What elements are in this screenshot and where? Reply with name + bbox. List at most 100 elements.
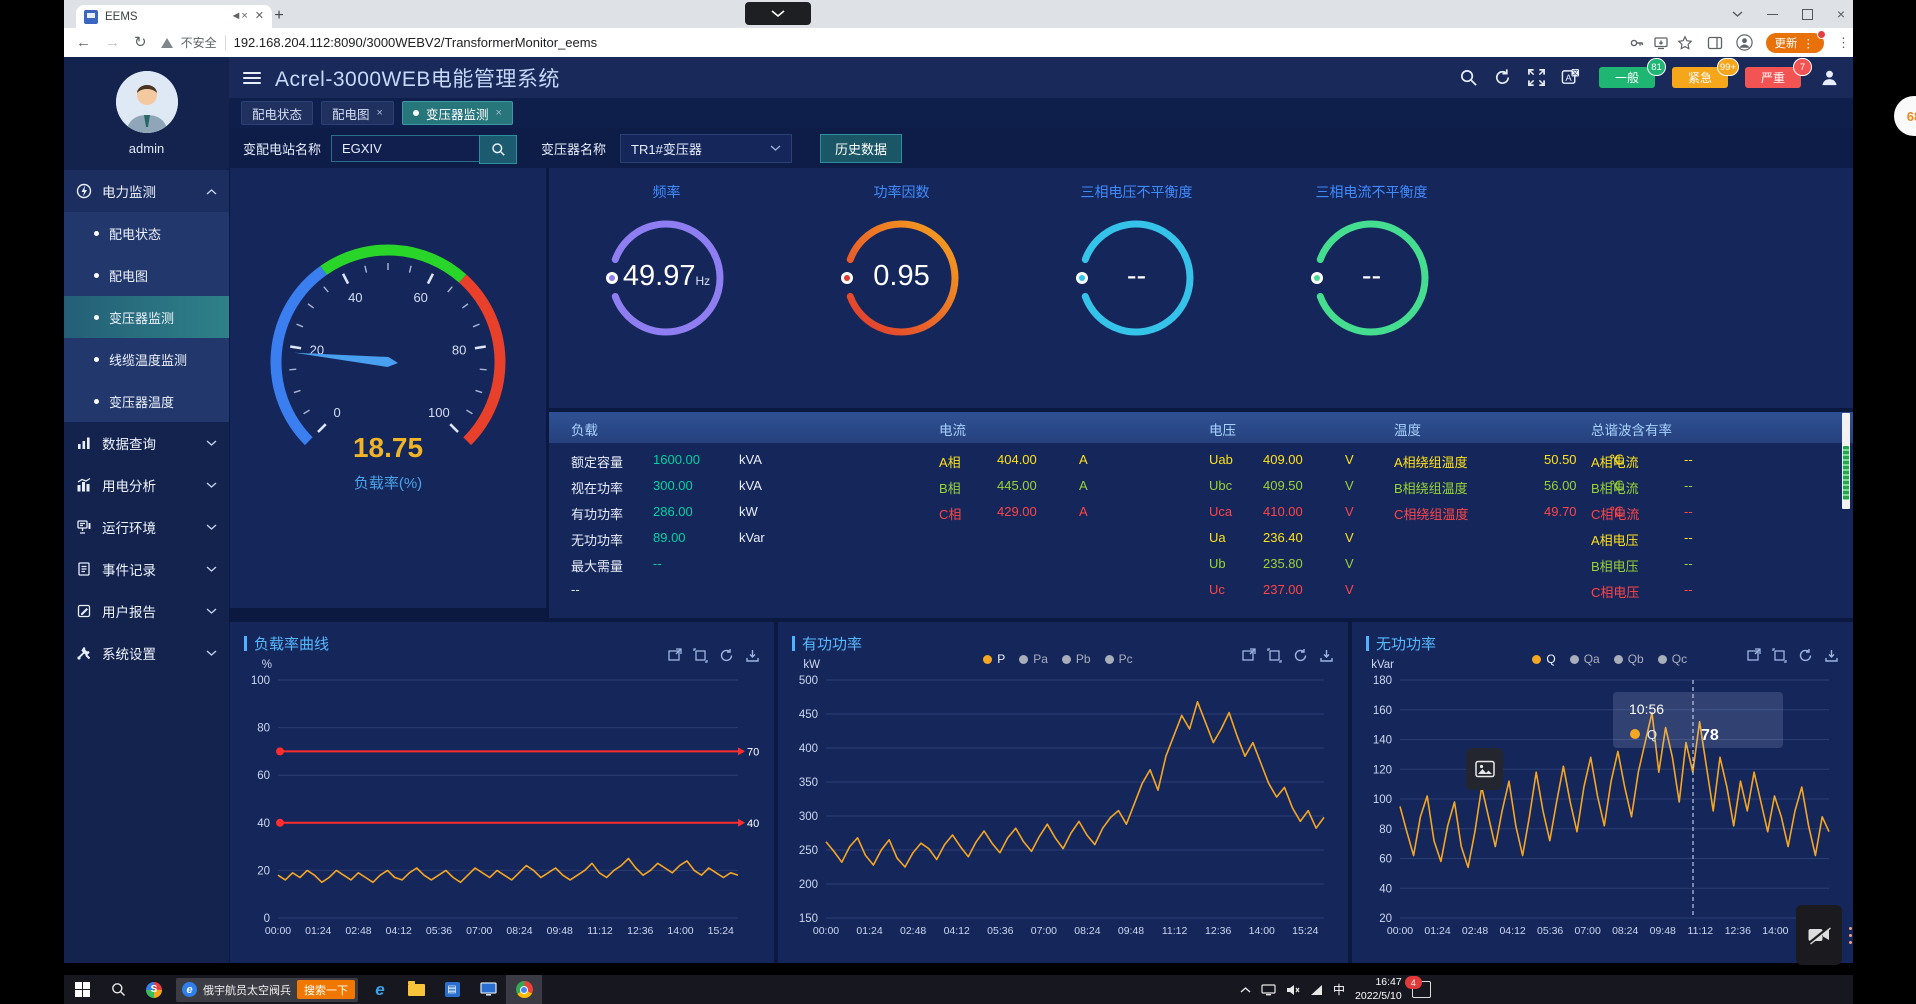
side-panel-icon[interactable] [1707, 35, 1723, 51]
chevron-down-icon [206, 650, 217, 657]
history-data-button[interactable]: 历史数据 [820, 134, 902, 163]
file-explorer-icon[interactable] [398, 975, 434, 1004]
hamburger-menu-icon[interactable] [243, 72, 261, 84]
voltage-unit: V [1345, 530, 1354, 545]
blue-app-icon[interactable]: ▤ [434, 975, 470, 1004]
temperature-name: A相绕组温度 [1394, 452, 1468, 471]
recorder-overlay-button[interactable] [745, 2, 811, 25]
refresh-icon[interactable] [1493, 68, 1512, 87]
sidebar-item-用户报告[interactable]: 用户报告 [64, 590, 229, 632]
news-headline[interactable]: 俄宇航员太空阀兵 [203, 982, 291, 998]
edge-floating-badge[interactable]: 68 [1894, 96, 1916, 136]
scrollbar-track[interactable] [1842, 413, 1850, 509]
start-button[interactable] [64, 975, 100, 1004]
ime-indicator[interactable]: 中 [1333, 981, 1345, 998]
notification-center-icon[interactable]: 4 [1412, 981, 1431, 998]
sidebar-item-数据查询[interactable]: 数据查询 [64, 422, 229, 464]
network-icon[interactable] [1310, 984, 1323, 996]
translate-icon[interactable]: A文 [1561, 68, 1580, 87]
sidebar-subitem-配电状态[interactable]: 配电状态 [64, 212, 229, 254]
svg-text:60: 60 [257, 770, 270, 782]
search-icon[interactable] [1459, 68, 1478, 87]
station-input[interactable] [331, 135, 479, 162]
sidebar-subitem-变压器监测[interactable]: 变压器监测 [64, 296, 229, 338]
station-search-button[interactable] [479, 135, 517, 164]
svg-text:450: 450 [799, 709, 818, 721]
volume-mute-icon[interactable] [1286, 984, 1300, 996]
tab-close-icon[interactable]: × [495, 107, 501, 119]
taskbar-search-button[interactable] [100, 975, 136, 1004]
minimize-button[interactable] [1767, 14, 1778, 15]
maximize-button[interactable] [1802, 9, 1813, 20]
load-rate-gauge-panel: 020406080100 18.75 负载率(%) [230, 168, 546, 608]
ie-taskbar-icon[interactable]: e [362, 975, 398, 1004]
fullscreen-icon[interactable] [1527, 68, 1546, 87]
profile-avatar-icon[interactable] [1736, 34, 1753, 51]
sidebar-item-用电分析[interactable]: 用电分析 [64, 464, 229, 506]
tab-close-icon[interactable]: × [377, 107, 383, 119]
tab-close-icon[interactable]: ✕ [255, 11, 264, 22]
chrome-taskbar-icon[interactable] [506, 975, 542, 1004]
svg-text:12:36: 12:36 [1725, 925, 1751, 937]
reload-icon[interactable]: ↻ [134, 35, 147, 50]
video-overlay-widget[interactable] [1796, 905, 1842, 965]
taskbar: S e 俄宇航员太空阀兵 搜索一下 e ▤ 中 16:47 2022/5/10 … [64, 975, 1853, 1004]
transformer-select[interactable]: TR1#变压器 [620, 134, 792, 163]
svg-text:00:00: 00:00 [813, 925, 839, 937]
svg-text:09:48: 09:48 [1650, 925, 1676, 937]
voltage-unit: V [1345, 478, 1354, 493]
chevron-down-icon[interactable] [1732, 11, 1743, 18]
page-tab-变压器监测[interactable]: 变压器监测× [402, 101, 513, 125]
new-tab-button[interactable]: + [268, 6, 290, 26]
omnibox[interactable]: 不安全 192.168.204.112:8090/3000WEBV2/Trans… [161, 31, 1693, 55]
taskbar-clock[interactable]: 16:47 2022/5/10 [1355, 976, 1402, 1002]
username: admin [129, 141, 164, 156]
tab-mute-icon[interactable]: ◄× [230, 11, 247, 22]
kebab-icon: ⋮ [1803, 36, 1816, 50]
bookmark-star-icon[interactable] [1677, 35, 1693, 51]
taskbar-news-widget[interactable]: e 俄宇航员太空阀兵 搜索一下 [176, 978, 358, 1002]
voltage-value: 237.00 [1263, 582, 1303, 597]
sidebar-item-事件记录[interactable]: 事件记录 [64, 548, 229, 590]
video-widget-handle[interactable] [1846, 915, 1854, 955]
browser-update-button[interactable]: 更新 ⋮ [1766, 33, 1825, 53]
temperature-value: 49.70 [1544, 504, 1577, 519]
sogou-input-icon[interactable]: S [136, 975, 172, 1004]
browser-tab[interactable]: EEMS ◄× ✕ [76, 5, 272, 28]
sidebar-subitem-线缆温度监测[interactable]: 线缆温度监测 [64, 338, 229, 380]
close-button[interactable]: × [1837, 7, 1845, 21]
kpi-gauge-value: 0.95 [784, 260, 1019, 293]
sidebar-subitem-变压器温度[interactable]: 变压器温度 [64, 380, 229, 422]
install-icon[interactable] [1653, 35, 1669, 51]
user-icon[interactable] [1820, 68, 1839, 87]
key-icon[interactable] [1629, 35, 1645, 51]
page-tab-配电图[interactable]: 配电图× [321, 101, 394, 125]
forward-icon[interactable]: → [105, 35, 120, 50]
load-unit: kW [739, 504, 758, 519]
screenshot-tool-widget[interactable] [1466, 748, 1503, 790]
sidebar-item-label: 电力监测 [102, 181, 196, 201]
sidebar-subitem-配电图[interactable]: 配电图 [64, 254, 229, 296]
tray-chevron-up-icon[interactable] [1240, 986, 1251, 993]
notification-badge: 4 [1405, 976, 1422, 989]
voltage-value: 235.80 [1263, 556, 1303, 571]
sidebar-item-电力监测[interactable]: 电力监测 [64, 170, 229, 212]
sidebar-item-运行环境[interactable]: 运行环境 [64, 506, 229, 548]
svg-text:0: 0 [264, 913, 270, 925]
url-text[interactable]: 192.168.204.112:8090/3000WEBV2/Transform… [234, 35, 1621, 50]
alarm-button-严重[interactable]: 严重7 [1745, 67, 1801, 88]
scrollbar-thumb[interactable] [1843, 446, 1849, 500]
kpi-value: 49.97 [623, 260, 696, 292]
chart-canvas-active-power: 150200250300350400450500kW00:0001:2402:4… [778, 622, 1348, 963]
display-tray-icon[interactable] [1261, 984, 1276, 996]
page-tab-配电状态[interactable]: 配电状态 [241, 101, 313, 125]
alarm-button-紧急[interactable]: 紧急99+ [1672, 67, 1728, 88]
system-tray: 中 16:47 2022/5/10 4 [1240, 975, 1431, 1004]
back-icon[interactable]: ← [76, 35, 91, 50]
news-search-button[interactable]: 搜索一下 [297, 980, 355, 999]
browser-menu-icon[interactable]: ⋮ [1837, 41, 1841, 45]
column-header: 电流 [939, 419, 966, 439]
alarm-button-一般[interactable]: 一般81 [1599, 67, 1655, 88]
monitor-app-icon[interactable] [470, 975, 506, 1004]
sidebar-item-系统设置[interactable]: 系统设置 [64, 632, 229, 674]
